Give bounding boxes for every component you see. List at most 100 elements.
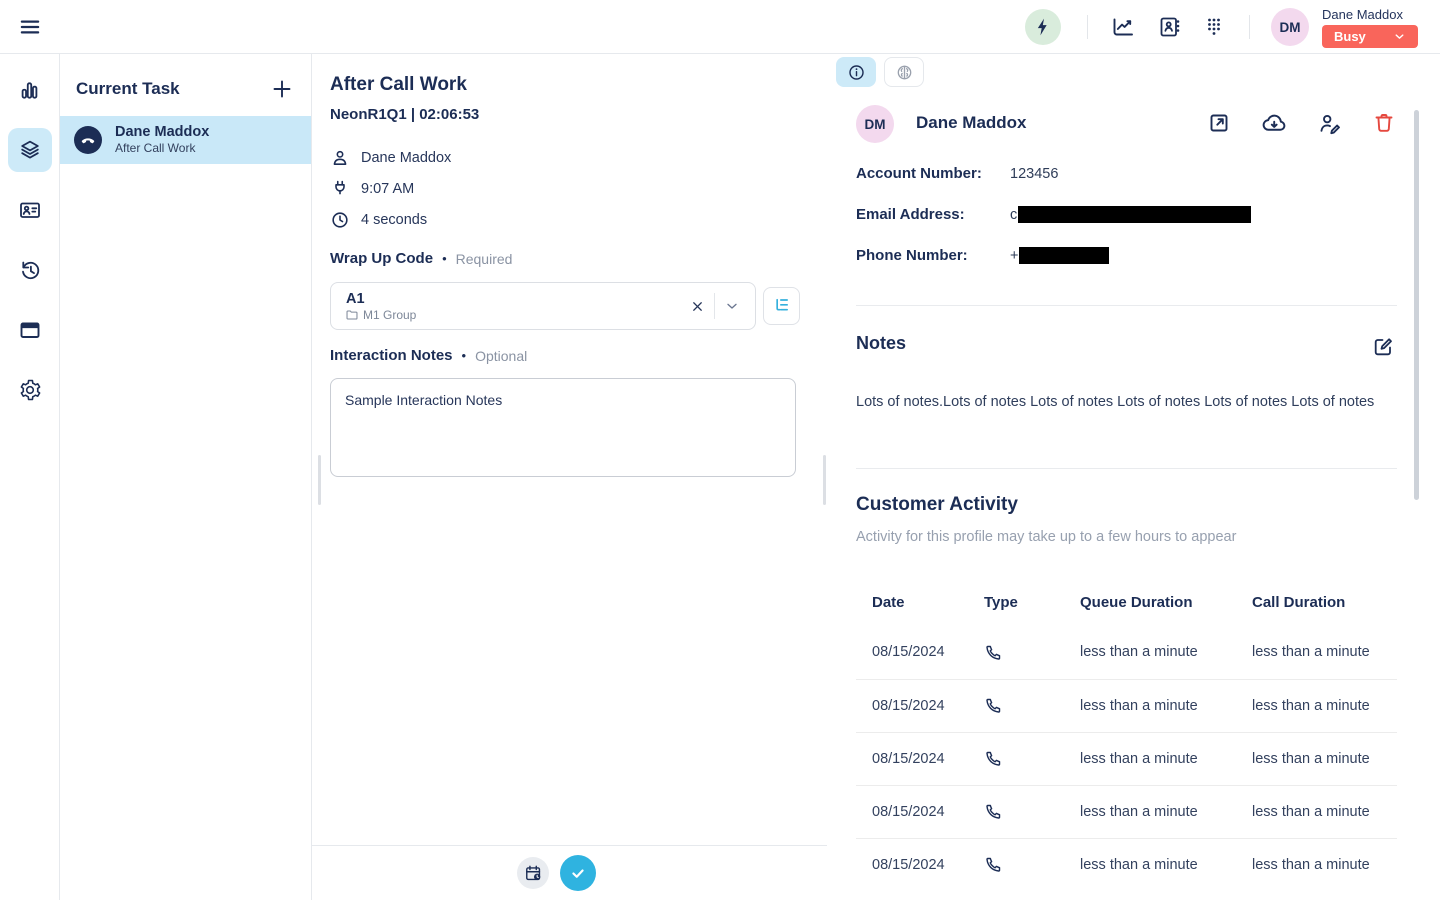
plus-icon (270, 77, 294, 101)
section-divider (856, 305, 1397, 306)
topbar-divider (1249, 15, 1250, 39)
table-row[interactable]: 08/15/2024 less than a minute less than … (856, 785, 1397, 838)
current-task-header: Current Task (60, 54, 311, 116)
add-task-button[interactable] (269, 76, 295, 102)
task-item-name: Dane Maddox (115, 124, 209, 141)
column-header-type: Type (968, 578, 1064, 626)
complete-wrapup-button[interactable] (560, 855, 596, 891)
address-book-icon (1157, 15, 1181, 39)
cell-queue-duration: less than a minute (1064, 838, 1236, 891)
user-avatar[interactable]: DM (1271, 8, 1309, 46)
gear-icon (18, 378, 42, 402)
acw-footer (312, 845, 827, 900)
clear-wrapup-button[interactable] (682, 291, 712, 321)
wrapup-code-value: A1 (346, 290, 682, 308)
schedule-callback-button[interactable] (517, 857, 549, 889)
external-link-icon (1207, 111, 1231, 135)
contact-name: Dane Maddox (361, 150, 451, 166)
contact-name-row: Dane Maddox (330, 142, 451, 173)
call-type-icon (968, 838, 1064, 891)
info-icon (847, 63, 866, 82)
duration-row: 4 seconds (330, 204, 451, 235)
right-panel-scrollbar[interactable] (1414, 110, 1419, 500)
delete-contact-button[interactable] (1371, 110, 1397, 136)
profile-action-buttons (1206, 110, 1397, 136)
edit-notes-button[interactable] (1370, 334, 1396, 360)
wrapup-label: Wrap Up Code (330, 250, 433, 267)
performance-button[interactable] (1111, 15, 1135, 39)
open-wrapup-dropdown-button[interactable] (717, 291, 747, 321)
profile-avatar: DM (856, 105, 894, 143)
table-row[interactable]: 08/15/2024 less than a minute less than … (856, 838, 1397, 891)
task-list-item[interactable]: Dane Maddox After Call Work (60, 116, 311, 164)
start-time-row: 9:07 AM (330, 173, 451, 204)
call-hangup-icon (74, 126, 102, 154)
table-row[interactable]: 08/15/2024 less than a minute less than … (856, 679, 1397, 732)
contacts-button[interactable] (1157, 15, 1181, 39)
panel-scrollbar-right[interactable] (823, 455, 826, 505)
dialpad-icon (1202, 15, 1226, 39)
phone-prefix: + (1010, 248, 1018, 264)
account-number-row: Account Number: 123456 (856, 165, 1058, 182)
check-icon (568, 863, 588, 883)
table-row[interactable]: 08/15/2024 less than a minute less than … (856, 732, 1397, 785)
current-task-title: Current Task (76, 79, 180, 99)
task-item-subtitle: After Call Work (115, 141, 209, 156)
plug-icon (330, 179, 350, 199)
table-row[interactable]: 08/15/2024 less than a minute less than … (856, 626, 1397, 679)
tab-profile-info[interactable] (836, 57, 876, 87)
wrapup-tree-view-button[interactable] (763, 287, 800, 325)
phone-label: Phone Number: (856, 247, 1010, 264)
cloud-download-icon (1261, 110, 1287, 136)
sidebar-item-history[interactable] (8, 248, 52, 292)
lightning-icon (1033, 17, 1053, 37)
panel-scrollbar-left[interactable] (318, 455, 321, 505)
account-number-value: 123456 (1010, 166, 1058, 182)
profile-tabs (836, 57, 924, 87)
hamburger-menu-button[interactable] (16, 13, 44, 41)
email-value: c (1010, 206, 1251, 223)
cell-call-duration: less than a minute (1236, 732, 1397, 785)
edit-contact-button[interactable] (1316, 110, 1342, 136)
sidebar-item-performance[interactable] (8, 68, 52, 112)
line-chart-icon (1111, 15, 1135, 39)
sidebar-item-settings[interactable] (8, 368, 52, 412)
redaction-bar (1018, 206, 1251, 223)
profile-name: Dane Maddox (916, 113, 1027, 133)
after-call-work-panel: After Call Work NeonR1Q1 | 02:06:53 Dane… (312, 54, 827, 900)
acw-duration: 4 seconds (361, 212, 427, 228)
sidebar-item-contacts[interactable] (8, 188, 52, 232)
cell-call-duration: less than a minute (1236, 838, 1397, 891)
wrapup-code-select[interactable]: A1 M1 Group (330, 282, 756, 330)
boost-button[interactable] (1025, 9, 1061, 45)
status-label: Busy (1334, 29, 1366, 44)
queue-and-timer: NeonR1Q1 | 02:06:53 (330, 106, 479, 123)
status-dropdown[interactable]: Busy (1322, 25, 1418, 48)
task-item-texts: Dane Maddox After Call Work (115, 124, 209, 156)
start-time: 9:07 AM (361, 181, 414, 197)
export-contact-button[interactable] (1261, 110, 1287, 136)
history-icon (18, 258, 42, 282)
section-divider (856, 468, 1397, 469)
phone-value: + (1010, 247, 1109, 264)
dialpad-button[interactable] (1202, 15, 1226, 39)
email-prefix: c (1010, 207, 1017, 223)
layers-icon (18, 138, 42, 162)
sidebar-item-interactions[interactable] (8, 128, 52, 172)
email-label: Email Address: (856, 206, 1010, 223)
wrapup-selected: A1 M1 Group (346, 290, 682, 323)
cell-date: 08/15/2024 (856, 626, 968, 679)
cell-date: 08/15/2024 (856, 838, 968, 891)
avatar-initials: DM (1280, 20, 1301, 35)
interaction-notes-input[interactable]: Sample Interaction Notes (330, 378, 796, 477)
open-profile-external-button[interactable] (1206, 110, 1232, 136)
calendar-clock-icon (524, 864, 543, 883)
notes-section-title: Notes (856, 333, 906, 354)
cell-queue-duration: less than a minute (1064, 785, 1236, 838)
user-name: Dane Maddox (1322, 7, 1403, 22)
tab-ai-insights[interactable] (884, 57, 924, 87)
contact-card-icon (18, 198, 42, 222)
sidebar-item-browser[interactable] (8, 308, 52, 352)
cell-queue-duration: less than a minute (1064, 679, 1236, 732)
chevron-down-icon (724, 298, 740, 314)
